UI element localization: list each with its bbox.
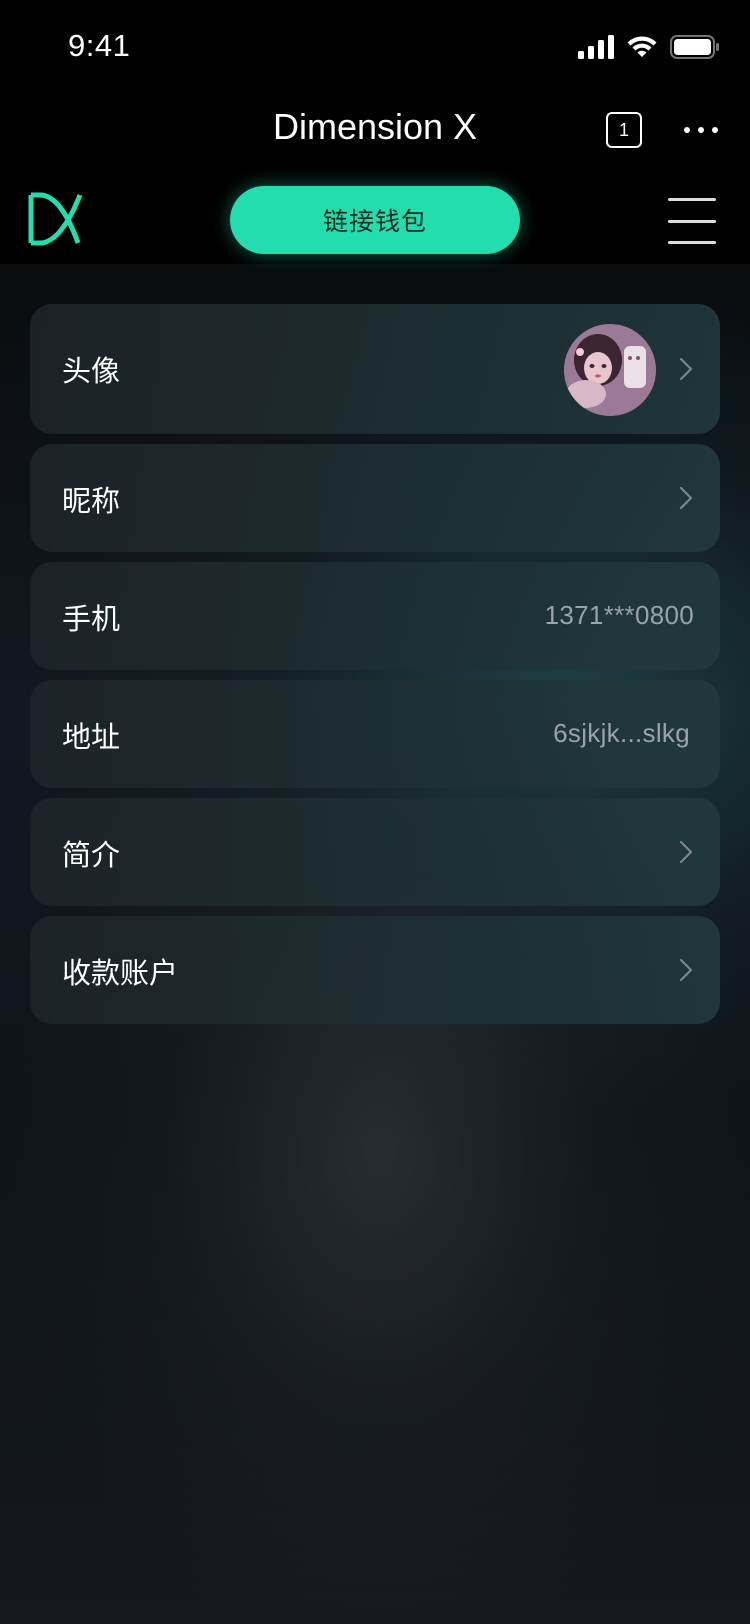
row-avatar[interactable]: 头像 xyxy=(30,304,720,434)
tab-count-button[interactable]: 1 xyxy=(606,112,642,148)
more-dot xyxy=(698,127,704,133)
status-time: 9:41 xyxy=(68,28,131,63)
row-payment-account[interactable]: 收款账户 xyxy=(30,916,720,1024)
row-label: 手机 xyxy=(62,602,121,636)
menu-line xyxy=(668,241,716,244)
row-label: 地址 xyxy=(62,720,121,754)
dimension-x-logo[interactable] xyxy=(28,192,84,246)
row-address: 地址 6sjkjk...slkg xyxy=(30,680,720,788)
row-nickname[interactable]: 昵称 xyxy=(30,444,720,552)
more-dots-icon[interactable] xyxy=(684,120,718,140)
row-bio[interactable]: 简介 xyxy=(30,798,720,906)
chevron-right-icon xyxy=(679,357,693,381)
battery-icon xyxy=(670,35,719,59)
more-dot xyxy=(712,127,718,133)
chevron-right-icon xyxy=(679,486,693,510)
chevron-right-icon xyxy=(679,840,693,864)
chevron-right-icon xyxy=(679,958,693,982)
cellular-signal-icon xyxy=(578,35,614,59)
avatar[interactable] xyxy=(564,324,656,416)
menu-line xyxy=(668,198,716,201)
row-label: 头像 xyxy=(62,354,121,388)
row-label: 收款账户 xyxy=(62,956,179,990)
wifi-icon xyxy=(627,36,657,57)
row-phone: 手机 1371***0800 xyxy=(30,562,720,670)
phone-value: 1371***0800 xyxy=(544,600,694,630)
status-icons xyxy=(578,34,720,60)
row-label: 昵称 xyxy=(62,484,121,518)
avatar-image xyxy=(564,324,656,416)
hamburger-menu-icon[interactable] xyxy=(668,198,716,244)
menu-line xyxy=(668,219,716,223)
address-value: 6sjkjk...slkg xyxy=(553,718,690,748)
connect-wallet-button[interactable]: 链接钱包 xyxy=(230,186,520,254)
row-label: 简介 xyxy=(62,838,121,872)
more-dot xyxy=(684,127,690,133)
